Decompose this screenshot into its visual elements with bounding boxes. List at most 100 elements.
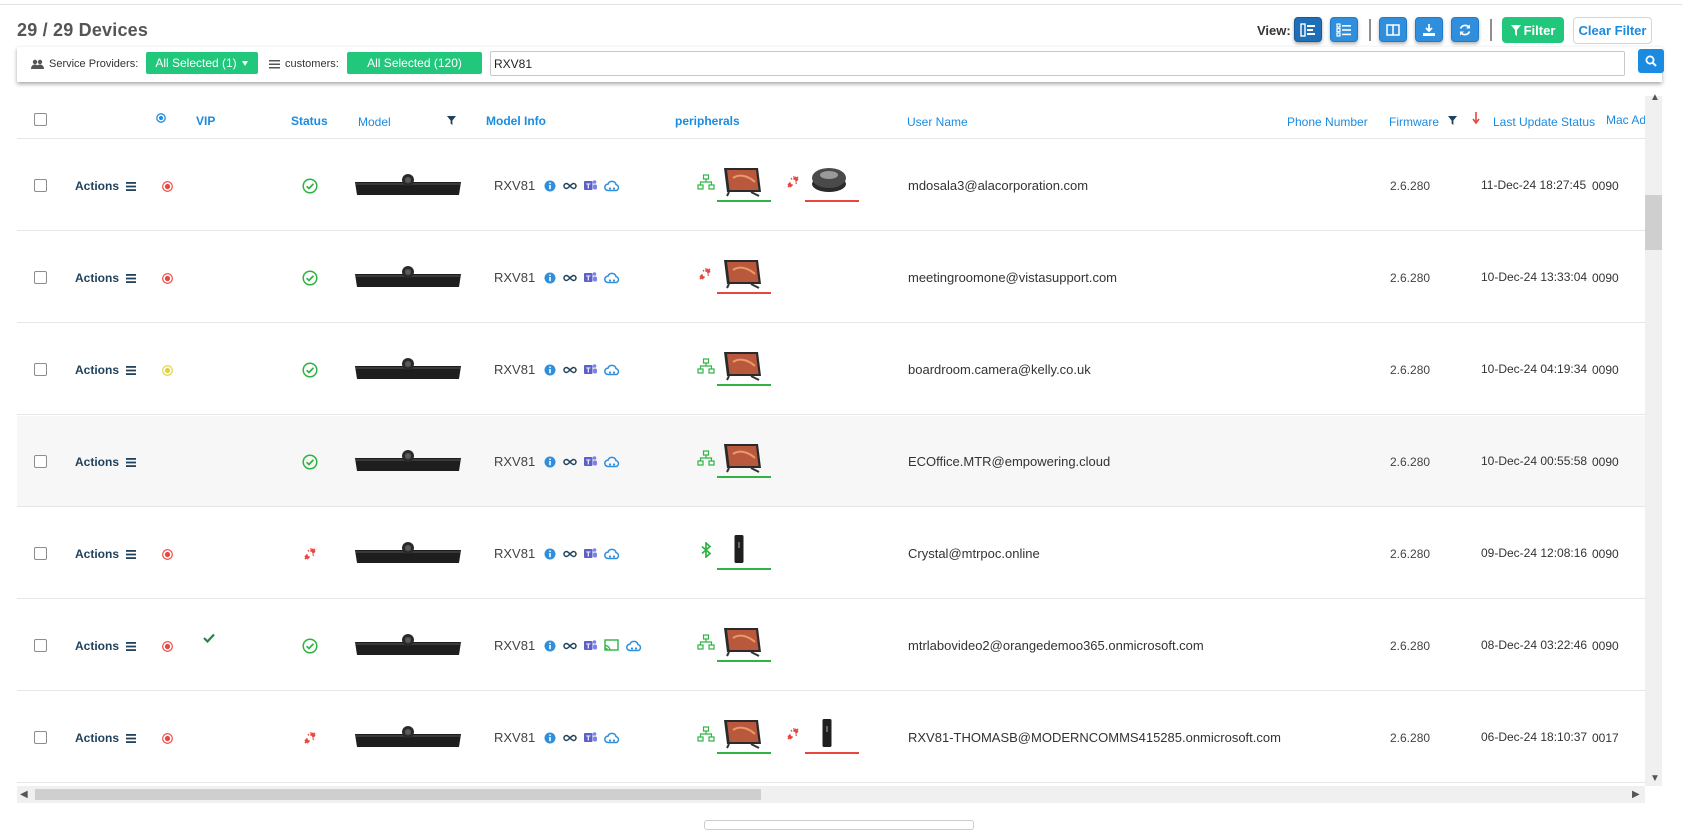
peripheral-item[interactable] xyxy=(697,346,781,386)
pagination-box[interactable] xyxy=(704,820,974,830)
row-checkbox[interactable] xyxy=(34,731,47,744)
column-user-name[interactable]: User Name xyxy=(907,115,968,129)
vertical-scroll-thumb[interactable] xyxy=(1645,195,1662,250)
table-row[interactable]: Actions RXV81 T Crystal@mtrpoc.online 2.6.2… xyxy=(17,508,1645,599)
cloud-icon[interactable] xyxy=(604,272,620,284)
search-button[interactable] xyxy=(1638,49,1664,73)
peripheral-item[interactable] xyxy=(697,254,781,294)
table-row[interactable]: Actions RXV81 T meetingroomone@vistasuppor… xyxy=(17,232,1645,323)
infinity-icon[interactable] xyxy=(563,733,577,743)
row-checkbox[interactable] xyxy=(34,271,47,284)
columns-button[interactable] xyxy=(1379,17,1407,42)
column-phone-number[interactable]: Phone Number xyxy=(1287,115,1368,129)
column-firmware[interactable]: Firmware xyxy=(1389,115,1439,129)
model-info-icons: T xyxy=(544,179,620,192)
column-vip[interactable]: VIP xyxy=(196,114,215,128)
cloud-icon[interactable] xyxy=(626,640,642,652)
table-row[interactable]: Actions RXV81 T RXV81-THOMASB@MODERNCOMMS4… xyxy=(17,692,1645,783)
info-icon[interactable] xyxy=(544,456,556,468)
sort-down-icon[interactable] xyxy=(1472,112,1480,125)
list-view-button[interactable] xyxy=(1294,17,1322,42)
teams-icon[interactable]: T xyxy=(584,455,597,468)
teams-icon[interactable]: T xyxy=(584,547,597,560)
row-checkbox[interactable] xyxy=(34,363,47,376)
column-peripherals[interactable]: peripherals xyxy=(675,114,740,128)
table-row[interactable]: Actions RXV81 T boardroom.camera@kelly.co.… xyxy=(17,324,1645,415)
scroll-down-arrow[interactable]: ▼ xyxy=(1650,773,1660,784)
row-checkbox[interactable] xyxy=(34,455,47,468)
info-icon[interactable] xyxy=(544,640,556,652)
table-row[interactable]: Actions RXV81 T mtrlabovideo2@orangedemoo3… xyxy=(17,600,1645,691)
cloud-icon[interactable] xyxy=(604,548,620,560)
firmware-filter-icon[interactable] xyxy=(1448,116,1457,125)
info-icon[interactable] xyxy=(544,732,556,744)
teams-icon[interactable]: T xyxy=(584,179,597,192)
model-info-icons: T xyxy=(544,455,620,468)
detail-view-button[interactable] xyxy=(1330,17,1358,42)
hamburger-icon xyxy=(126,549,137,559)
remote-icon xyxy=(734,535,744,563)
cast-icon[interactable] xyxy=(604,639,619,652)
infinity-icon[interactable] xyxy=(563,641,577,651)
download-button[interactable] xyxy=(1415,17,1443,42)
teams-icon[interactable]: T xyxy=(584,639,597,652)
scroll-right-arrow[interactable]: ▶ xyxy=(1632,789,1640,800)
peripheral-item[interactable] xyxy=(697,622,781,662)
service-providers-dropdown[interactable]: All Selected (1) xyxy=(146,52,258,74)
status-disconnected-icon xyxy=(304,731,316,744)
actions-menu[interactable]: Actions xyxy=(75,455,137,469)
actions-menu[interactable]: Actions xyxy=(75,271,137,285)
peripheral-item[interactable] xyxy=(697,438,781,478)
column-mac-address[interactable]: Mac Ad xyxy=(1606,113,1646,127)
infinity-icon[interactable] xyxy=(563,549,577,559)
actions-menu[interactable]: Actions xyxy=(75,639,137,653)
horizontal-scroll-thumb[interactable] xyxy=(35,789,761,800)
row-checkbox[interactable] xyxy=(34,547,47,560)
actions-menu[interactable]: Actions xyxy=(75,179,137,193)
filter-button[interactable]: Filter xyxy=(1502,17,1564,43)
model-filter-icon[interactable] xyxy=(447,116,456,125)
cloud-icon[interactable] xyxy=(604,180,620,192)
peripheral-item[interactable] xyxy=(785,162,869,202)
peripheral-item[interactable] xyxy=(697,530,781,570)
model-image xyxy=(353,449,463,480)
infinity-icon[interactable] xyxy=(563,181,577,191)
teams-icon[interactable]: T xyxy=(584,271,597,284)
info-icon[interactable] xyxy=(544,180,556,192)
search-input[interactable] xyxy=(490,51,1625,76)
info-icon[interactable] xyxy=(544,364,556,376)
scroll-left-arrow[interactable]: ◀ xyxy=(20,789,28,800)
cloud-icon[interactable] xyxy=(604,456,620,468)
peripheral-item[interactable] xyxy=(697,162,781,202)
info-icon[interactable] xyxy=(544,272,556,284)
table-row[interactable]: Actions RXV81 T ECOffice.MTR@empowering.cl… xyxy=(17,416,1645,507)
infinity-icon[interactable] xyxy=(563,273,577,283)
cloud-icon[interactable] xyxy=(604,364,620,376)
infinity-icon[interactable] xyxy=(563,365,577,375)
cloud-icon[interactable] xyxy=(604,732,620,744)
select-all-checkbox[interactable] xyxy=(34,113,47,126)
column-model[interactable]: Model xyxy=(358,115,391,129)
actions-menu[interactable]: Actions xyxy=(75,731,137,745)
table-row[interactable]: Actions RXV81 T mdosala3@alacorporation.co… xyxy=(17,140,1645,231)
scroll-up-arrow[interactable]: ▲ xyxy=(1650,92,1660,103)
clear-filter-button[interactable]: Clear Filter xyxy=(1573,17,1652,44)
peripheral-item[interactable] xyxy=(697,714,781,754)
column-status[interactable]: Status xyxy=(291,114,328,128)
customers-dropdown[interactable]: All Selected (120) xyxy=(347,52,482,74)
teams-icon[interactable]: T xyxy=(584,363,597,376)
actions-menu[interactable]: Actions xyxy=(75,547,137,561)
row-checkbox[interactable] xyxy=(34,639,47,652)
column-last-update-status[interactable]: Last Update Status xyxy=(1493,115,1595,129)
service-providers-label-text: Service Providers: xyxy=(49,58,139,70)
refresh-button[interactable] xyxy=(1451,17,1479,42)
infinity-icon[interactable] xyxy=(563,457,577,467)
column-model-info[interactable]: Model Info xyxy=(486,114,546,128)
peripheral-item[interactable] xyxy=(785,714,869,754)
info-icon[interactable] xyxy=(544,548,556,560)
peripherals-cell xyxy=(697,530,897,574)
teams-icon[interactable]: T xyxy=(584,731,597,744)
hamburger-icon xyxy=(126,365,137,375)
row-checkbox[interactable] xyxy=(34,179,47,192)
actions-menu[interactable]: Actions xyxy=(75,363,137,377)
